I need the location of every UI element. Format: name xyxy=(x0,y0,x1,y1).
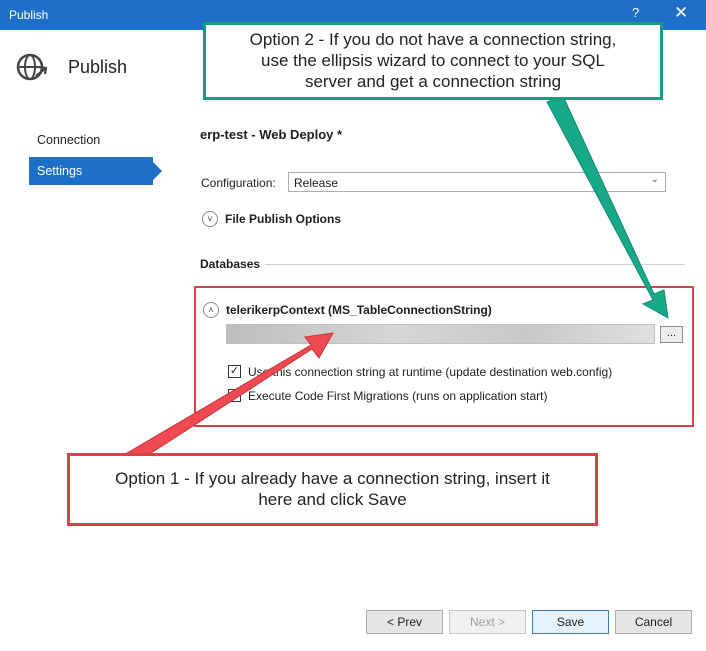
option1-line2: here and click Save xyxy=(258,490,407,509)
save-button[interactable]: Save xyxy=(532,610,609,634)
option1-line1: Option 1 - If you already have a connect… xyxy=(115,469,550,488)
option2-line2: use the ellipsis wizard to connect to yo… xyxy=(261,51,605,70)
option1-callout: Option 1 - If you already have a connect… xyxy=(67,453,598,526)
next-button[interactable]: Next > xyxy=(449,610,526,634)
option2-line1: Option 2 - If you do not have a connecti… xyxy=(249,30,617,49)
prev-button[interactable]: < Prev xyxy=(366,610,443,634)
option2-callout: Option 2 - If you do not have a connecti… xyxy=(203,22,663,100)
green-arrow xyxy=(546,95,669,319)
option2-line3: server and get a connection string xyxy=(304,72,562,91)
cancel-button[interactable]: Cancel xyxy=(615,610,692,634)
red-arrow xyxy=(121,332,334,467)
